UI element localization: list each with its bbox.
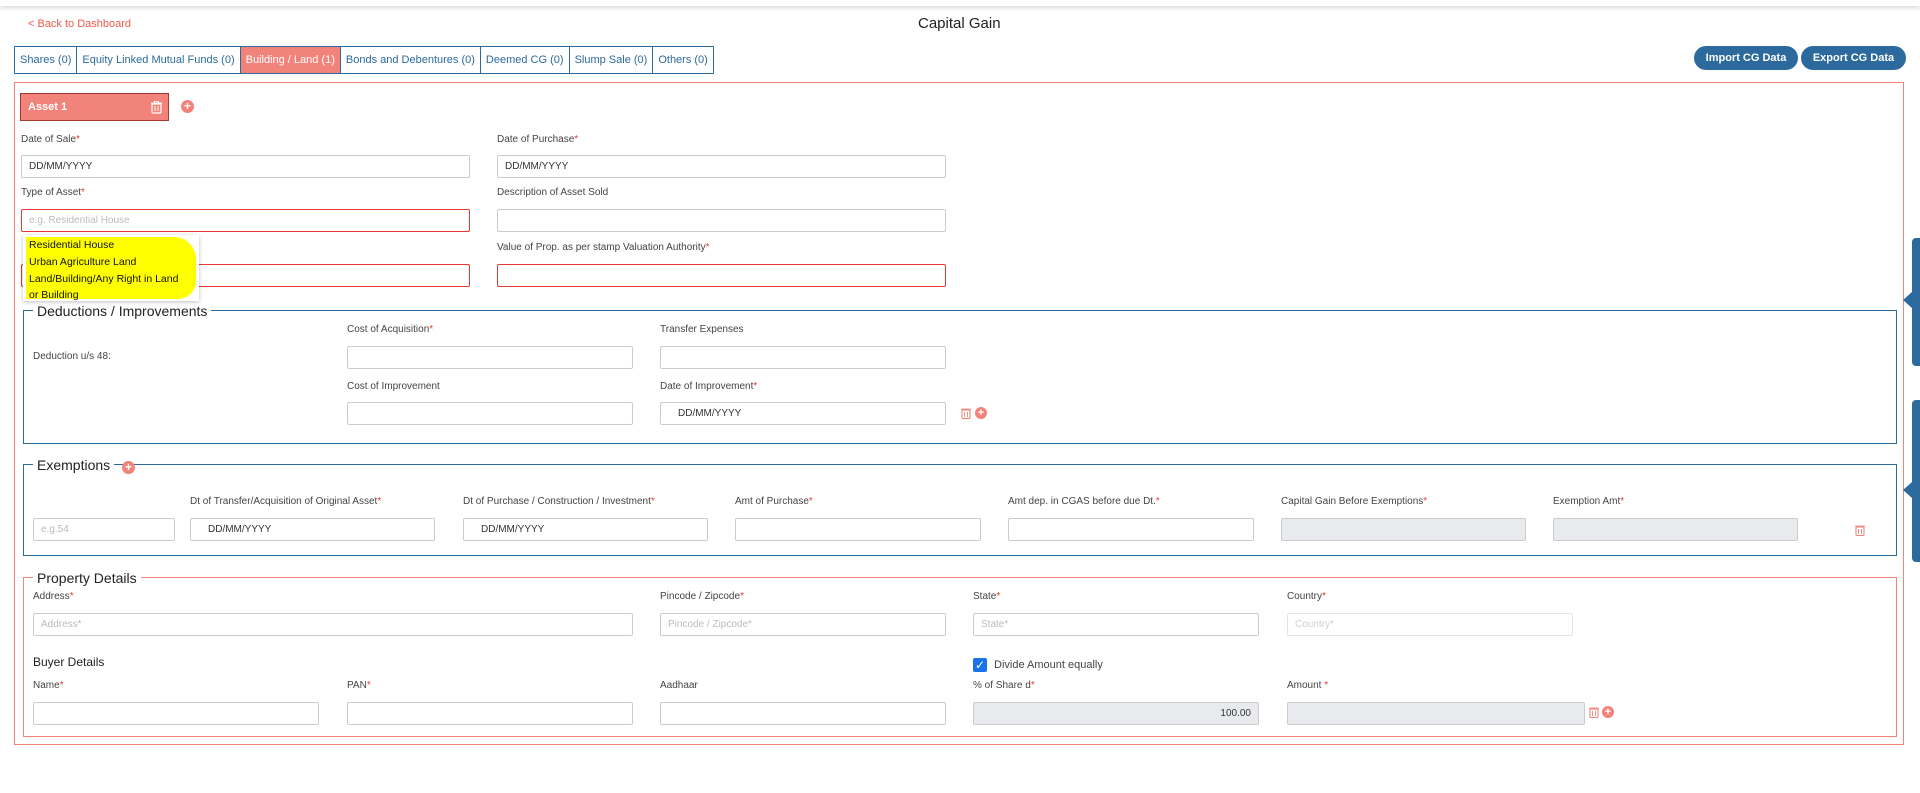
pincode-input[interactable]: Pincode / Zipcode* bbox=[660, 613, 946, 636]
asset-delete-icon[interactable] bbox=[151, 101, 162, 114]
back-to-dashboard-link[interactable]: < Back to Dashboard bbox=[28, 18, 131, 30]
top-bar bbox=[0, 0, 1920, 6]
transfer-expenses-input[interactable] bbox=[660, 346, 946, 369]
asset-tab[interactable]: Asset 1 bbox=[20, 93, 169, 121]
import-cg-data-button[interactable]: Import CG Data bbox=[1694, 46, 1798, 70]
tab-shares[interactable]: Shares (0) bbox=[15, 47, 78, 73]
dropdown-option-land-building[interactable]: Land/Building/Any Right in Land bbox=[29, 273, 178, 285]
state-placeholder: State* bbox=[981, 619, 1009, 630]
exemption-section-placeholder: e.g.54 bbox=[41, 524, 69, 535]
transfer-expenses-label: Transfer Expenses bbox=[660, 324, 744, 335]
category-tabs: Shares (0) Equity Linked Mutual Funds (0… bbox=[14, 46, 714, 74]
cost-of-acquisition-label: Cost of Acquisition* bbox=[347, 324, 434, 335]
amt-cgas-input[interactable] bbox=[1008, 518, 1254, 541]
side-panel-arrow-top-icon bbox=[1903, 292, 1912, 308]
dropdown-option-land-building-cont[interactable]: or Building bbox=[29, 289, 79, 301]
purchase-construction-date-label: Dt of Purchase / Construction / Investme… bbox=[463, 496, 655, 507]
date-of-purchase-input[interactable]: DD/MM/YYYY bbox=[497, 155, 946, 178]
deductions-legend: Deductions / Improvements bbox=[33, 303, 212, 319]
buyer-name-label: Name* bbox=[33, 680, 64, 691]
amt-cgas-label: Amt dep. in CGAS before due Dt.* bbox=[1008, 496, 1160, 507]
buyer-details-heading: Buyer Details bbox=[33, 655, 105, 669]
country-label: Country* bbox=[1287, 591, 1326, 602]
exemptions-legend: Exemptions bbox=[33, 457, 115, 473]
delete-improvement-icon[interactable] bbox=[961, 407, 971, 419]
property-details-legend: Property Details bbox=[33, 570, 141, 586]
buyer-name-input[interactable] bbox=[33, 702, 319, 725]
address-placeholder: Address* bbox=[41, 619, 82, 630]
stamp-value-label: Value of Prop. as per stamp Valuation Au… bbox=[497, 242, 710, 253]
share-percent-label: % of Share d* bbox=[973, 680, 1035, 691]
buyer-pan-input[interactable] bbox=[347, 702, 633, 725]
buyer-amount-input bbox=[1287, 702, 1585, 725]
cost-of-acquisition-input[interactable] bbox=[347, 346, 633, 369]
cg-before-exemptions-label: Capital Gain Before Exemptions* bbox=[1281, 496, 1428, 507]
buyer-amount-label: Amount * bbox=[1287, 680, 1329, 691]
type-of-asset-dropdown: Residential House Urban Agriculture Land… bbox=[23, 235, 199, 301]
tab-slump-sale[interactable]: Slump Sale (0) bbox=[569, 47, 654, 73]
transfer-date-label: Dt of Transfer/Acquisition of Original A… bbox=[190, 496, 382, 507]
exemption-amt-label: Exemption Amt* bbox=[1553, 496, 1625, 507]
type-of-asset-label: Type of Asset* bbox=[21, 187, 85, 198]
deduction-u48-label: Deduction u/s 48: bbox=[33, 351, 111, 362]
pincode-placeholder: Pincode / Zipcode* bbox=[668, 619, 752, 630]
tab-deemed-cg[interactable]: Deemed CG (0) bbox=[480, 47, 570, 73]
delete-exemption-icon[interactable] bbox=[1855, 524, 1865, 536]
tab-others[interactable]: Others (0) bbox=[653, 47, 713, 73]
country-select[interactable]: Country* bbox=[1287, 613, 1573, 636]
transfer-date-input[interactable]: DD/MM/YYYY bbox=[190, 518, 435, 541]
divide-amount-checkbox[interactable]: ✓ bbox=[973, 658, 987, 672]
export-cg-data-button[interactable]: Export CG Data bbox=[1801, 46, 1906, 70]
add-buyer-icon[interactable]: + bbox=[1602, 706, 1614, 718]
date-of-improvement-label: Date of Improvement* bbox=[660, 381, 758, 392]
date-of-improvement-input[interactable]: DD/MM/YYYY bbox=[660, 402, 946, 425]
exemptions-section bbox=[23, 464, 1897, 556]
asset-tab-label: Asset 1 bbox=[28, 101, 68, 113]
cg-before-exemptions-input bbox=[1281, 518, 1526, 541]
date-of-purchase-label: Date of Purchase* bbox=[497, 134, 579, 145]
page-title: Capital Gain bbox=[918, 15, 1001, 32]
add-asset-icon[interactable]: + bbox=[181, 100, 194, 113]
add-exemption-icon[interactable]: + bbox=[122, 461, 135, 474]
side-panel-tab-top[interactable] bbox=[1912, 238, 1920, 366]
side-panel-arrow-bottom-icon bbox=[1903, 482, 1912, 498]
address-label: Address* bbox=[33, 591, 74, 602]
add-improvement-icon[interactable]: + bbox=[975, 407, 987, 419]
divide-amount-label: Divide Amount equally bbox=[994, 659, 1103, 671]
buyer-pan-label: PAN* bbox=[347, 680, 371, 691]
amt-of-purchase-input[interactable] bbox=[735, 518, 981, 541]
cost-of-improvement-label: Cost of Improvement bbox=[347, 381, 440, 392]
type-of-asset-placeholder: e.g. Residential House bbox=[29, 215, 130, 226]
share-percent-input: 100.00 bbox=[973, 702, 1259, 725]
cost-of-improvement-input[interactable] bbox=[347, 402, 633, 425]
pincode-label: Pincode / Zipcode* bbox=[660, 591, 744, 602]
deductions-section bbox=[23, 310, 1897, 444]
exemption-amt-input bbox=[1553, 518, 1798, 541]
buyer-aadhaar-label: Aadhaar bbox=[660, 680, 698, 691]
dropdown-option-residential-house[interactable]: Residential House bbox=[29, 239, 114, 251]
exemption-section-input[interactable]: e.g.54 bbox=[33, 518, 175, 541]
tab-building-land[interactable]: Building / Land (1) bbox=[240, 47, 341, 73]
address-input[interactable]: Address* bbox=[33, 613, 633, 636]
side-panel-tab-bottom[interactable] bbox=[1912, 400, 1920, 562]
country-placeholder: Country* bbox=[1295, 619, 1334, 630]
stamp-value-input[interactable] bbox=[497, 264, 946, 287]
tab-bonds-debentures[interactable]: Bonds and Debentures (0) bbox=[340, 47, 481, 73]
type-of-asset-input[interactable]: e.g. Residential House bbox=[21, 209, 470, 232]
description-input[interactable] bbox=[497, 209, 946, 232]
description-label: Description of Asset Sold bbox=[497, 187, 609, 198]
delete-buyer-icon[interactable] bbox=[1589, 706, 1599, 718]
date-of-sale-label: Date of Sale* bbox=[21, 134, 80, 145]
dropdown-option-urban-agriculture-land[interactable]: Urban Agriculture Land bbox=[29, 256, 136, 268]
tab-equity-mutual-funds[interactable]: Equity Linked Mutual Funds (0) bbox=[77, 47, 241, 73]
purchase-construction-date-input[interactable]: DD/MM/YYYY bbox=[463, 518, 708, 541]
state-select[interactable]: State* bbox=[973, 613, 1259, 636]
amt-of-purchase-label: Amt of Purchase* bbox=[735, 496, 813, 507]
buyer-aadhaar-input[interactable] bbox=[660, 702, 946, 725]
date-of-sale-input[interactable]: DD/MM/YYYY bbox=[21, 155, 470, 178]
state-label: State* bbox=[973, 591, 1001, 602]
